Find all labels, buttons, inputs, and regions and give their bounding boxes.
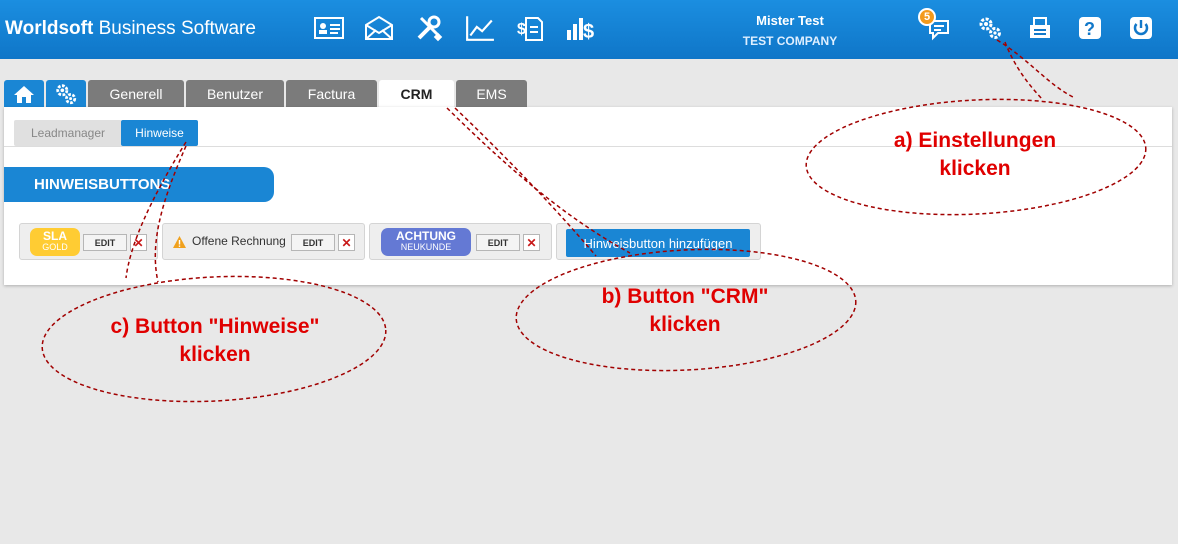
edit-button[interactable]: EDIT xyxy=(476,234,520,251)
fax-icon[interactable] xyxy=(1025,13,1055,43)
hint-pill-sla[interactable]: SLA GOLD xyxy=(30,228,80,256)
tab-crm[interactable]: CRM xyxy=(379,80,454,108)
settings-gear-icon[interactable] xyxy=(975,13,1005,43)
chart-icon[interactable] xyxy=(463,13,497,43)
logout-power-icon[interactable] xyxy=(1126,13,1156,43)
svg-text:$: $ xyxy=(517,21,526,38)
tab-ems[interactable]: EMS xyxy=(456,80,527,108)
svg-text:$: $ xyxy=(583,21,594,42)
notification-badge[interactable]: 5 xyxy=(918,8,936,26)
section-title: HINWEISBUTTONS xyxy=(4,167,274,202)
hint-pill-achtung[interactable]: ACHTUNG NEUKUNDE xyxy=(381,228,471,256)
finance-bars-icon[interactable]: $ xyxy=(563,13,597,43)
tab-factura[interactable]: Factura xyxy=(286,80,377,108)
app-brand: Worldsoft Business Software xyxy=(5,18,256,39)
tab-settings[interactable] xyxy=(46,80,86,108)
annotation-a: a) Einstellungen klicken xyxy=(893,129,1057,180)
delete-icon[interactable]: ✕ xyxy=(130,234,147,251)
user-name: Mister Test xyxy=(756,13,824,28)
annotation-b: b) Button "CRM" klicken xyxy=(601,285,769,336)
annotation-c: c) Button "Hinweise" klicken xyxy=(110,315,320,366)
hint-label[interactable]: Offene Rechnung xyxy=(192,234,286,248)
hint-button-achtung: ACHTUNG NEUKUNDE EDIT ✕ xyxy=(369,223,552,260)
edit-button[interactable]: EDIT xyxy=(291,234,335,251)
hint-button-sla: SLA GOLD EDIT ✕ xyxy=(19,223,158,260)
tools-icon[interactable] xyxy=(412,13,446,43)
delete-icon[interactable]: ✕ xyxy=(523,234,540,251)
add-hint-button[interactable]: Hinweisbutton hinzufügen xyxy=(566,229,750,257)
svg-text:?: ? xyxy=(1084,19,1095,39)
tab-home[interactable] xyxy=(4,80,44,108)
edit-button[interactable]: EDIT xyxy=(83,234,127,251)
tab-benutzer[interactable]: Benutzer xyxy=(186,80,284,108)
company-name: TEST COMPANY xyxy=(742,34,838,48)
invoice-dollar-icon[interactable]: $ xyxy=(513,13,547,43)
hint-button-offene-rechnung: Offene Rechnung EDIT ✕ xyxy=(162,223,365,260)
home-icon xyxy=(14,86,34,103)
subtab-hinweise[interactable]: Hinweise xyxy=(121,120,198,146)
help-icon[interactable]: ? xyxy=(1075,13,1105,43)
tab-generell[interactable]: Generell xyxy=(88,80,184,108)
gears-icon xyxy=(56,84,77,105)
warning-icon xyxy=(173,236,186,248)
mail-icon[interactable] xyxy=(362,13,396,43)
current-user: Mister Test TEST COMPANY xyxy=(700,11,880,51)
delete-icon[interactable]: ✕ xyxy=(338,234,355,251)
app-header: Worldsoft Business Software $ $ Mister T… xyxy=(0,0,1178,59)
contacts-card-icon[interactable] xyxy=(312,13,346,43)
subtab-leadmanager[interactable]: Leadmanager xyxy=(14,120,122,146)
